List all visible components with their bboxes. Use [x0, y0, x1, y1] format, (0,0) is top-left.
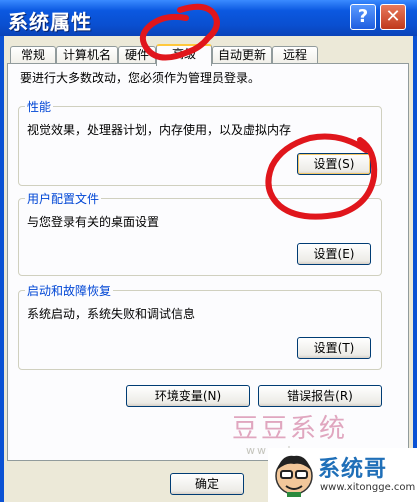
system-properties-window: 系统属性 ? ✕ 常规 计算机名 硬件 高级 自动更新 远程 要进行大多数改动，…	[0, 0, 417, 502]
cartoon-face-icon	[275, 455, 313, 497]
ok-button[interactable]: 确定	[170, 473, 244, 495]
group-description: 视觉效果，处理器计划，内存使用，以及虚拟内存	[27, 123, 292, 137]
logo-name: 系统哥	[318, 457, 388, 482]
tab-general[interactable]: 常规	[10, 46, 56, 64]
advanced-tab-panel: 要进行大多数改动，您必须作为管理员登录。 性能 视觉效果，处理器计划，内存使用，…	[7, 63, 409, 461]
group-description: 系统启动，系统失败和调试信息	[27, 307, 196, 321]
close-button[interactable]: ✕	[380, 4, 406, 30]
help-button[interactable]: ?	[350, 4, 376, 30]
user-profiles-settings-button[interactable]: 设置(E)	[297, 243, 371, 265]
tab-hardware[interactable]: 硬件	[118, 46, 156, 64]
group-title: 用户配置文件	[25, 190, 102, 207]
startup-recovery-settings-button[interactable]: 设置(T)	[297, 337, 371, 359]
startup-recovery-group: 启动和故障恢复 系统启动，系统失败和调试信息 设置(T)	[18, 282, 382, 370]
tab-computer-name[interactable]: 计算机名	[56, 46, 118, 64]
window-title: 系统属性	[8, 10, 92, 34]
site-logo: 系统哥 www.xitongge.com	[268, 448, 417, 502]
title-bar[interactable]: 系统属性 ? ✕	[0, 0, 417, 36]
error-reporting-button[interactable]: 错误报告(R)	[258, 385, 382, 407]
group-title: 性能	[25, 98, 54, 115]
environment-variables-button[interactable]: 环境变量(N)	[126, 385, 250, 407]
performance-settings-button[interactable]: 设置(S)	[297, 153, 371, 175]
dialog-client-area: 常规 计算机名 硬件 高级 自动更新 远程 要进行大多数改动，您必须作为管理员登…	[4, 36, 413, 502]
tab-remote[interactable]: 远程	[272, 46, 318, 64]
logo-url: www.xitongge.com	[320, 482, 416, 493]
performance-group: 性能 视觉效果，处理器计划，内存使用，以及虚拟内存 设置(S)	[18, 98, 382, 186]
group-description: 与您登录有关的桌面设置	[27, 215, 160, 229]
group-title: 启动和故障恢复	[25, 282, 114, 299]
tab-advanced[interactable]: 高级	[156, 44, 212, 66]
admin-notice: 要进行大多数改动，您必须作为管理员登录。	[20, 71, 261, 85]
user-profiles-group: 用户配置文件 与您登录有关的桌面设置 设置(E)	[18, 190, 382, 276]
tab-automatic-updates[interactable]: 自动更新	[212, 46, 272, 64]
watermark-text: 豆豆系统	[232, 414, 349, 444]
